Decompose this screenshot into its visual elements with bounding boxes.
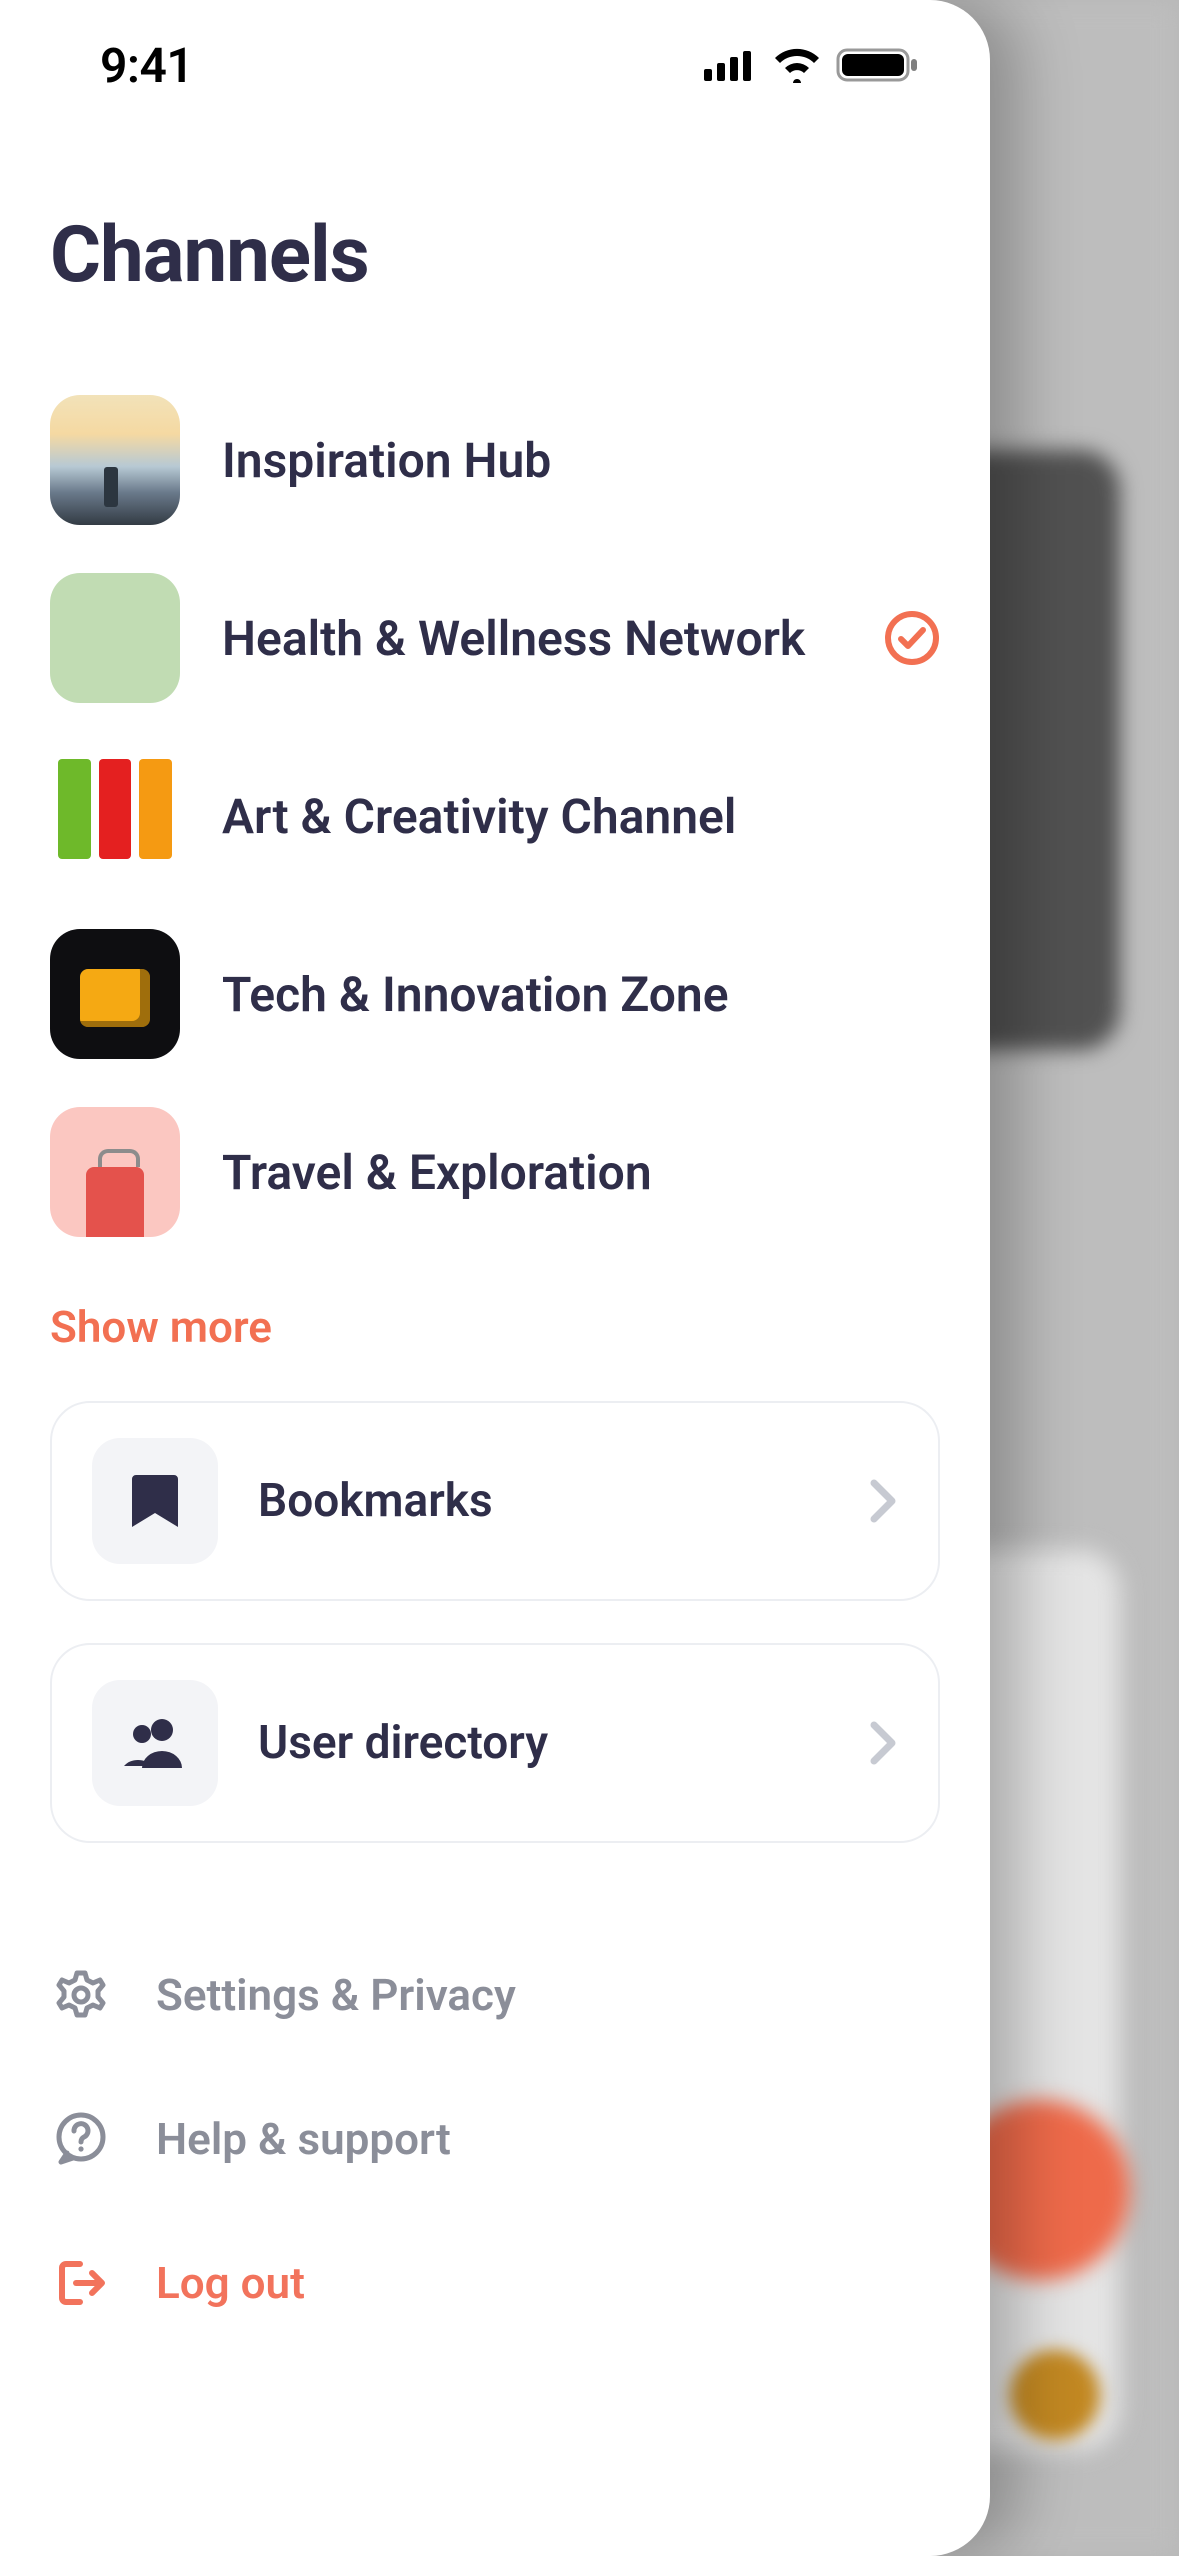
channel-thumbnail <box>50 929 180 1059</box>
status-bar: 9:41 <box>0 0 990 130</box>
bookmarks-card[interactable]: Bookmarks <box>50 1401 940 1601</box>
user-directory-card[interactable]: User directory <box>50 1643 940 1843</box>
footer-links: Settings & Privacy Help & support <box>50 1923 940 2355</box>
channel-item-tech[interactable]: Tech & Innovation Zone <box>50 905 940 1083</box>
channel-label: Tech & Innovation Zone <box>222 966 940 1023</box>
status-time: 9:41 <box>100 37 193 94</box>
status-icons <box>704 46 920 84</box>
page-title: Channels <box>50 210 940 301</box>
user-directory-label: User directory <box>258 1716 828 1770</box>
settings-label: Settings & Privacy <box>156 1969 516 2021</box>
bookmarks-label: Bookmarks <box>258 1474 828 1528</box>
channel-label: Health & Wellness Network <box>222 610 842 667</box>
cellular-icon <box>704 49 758 81</box>
channel-thumbnail <box>50 1107 180 1237</box>
background-avatar <box>1010 2350 1100 2440</box>
channel-thumbnail <box>50 395 180 525</box>
side-drawer: 9:41 Ch <box>0 0 990 2556</box>
battery-icon <box>836 46 920 84</box>
wifi-icon <box>772 47 822 83</box>
settings-link[interactable]: Settings & Privacy <box>50 1923 940 2067</box>
chevron-right-icon <box>868 1719 898 1767</box>
channel-label: Travel & Exploration <box>222 1144 940 1201</box>
channel-list: Inspiration Hub Health & Wellness Networ… <box>50 371 940 1261</box>
channel-item-health[interactable]: Health & Wellness Network <box>50 549 940 727</box>
logout-link[interactable]: Log out <box>50 2211 940 2355</box>
show-more-button[interactable]: Show more <box>50 1301 940 1353</box>
chevron-right-icon <box>868 1477 898 1525</box>
logout-icon <box>50 2252 112 2314</box>
channel-item-travel[interactable]: Travel & Exploration <box>50 1083 940 1261</box>
help-link[interactable]: Help & support <box>50 2067 940 2211</box>
help-label: Help & support <box>156 2113 451 2165</box>
channel-label: Inspiration Hub <box>222 432 940 489</box>
channel-item-inspiration[interactable]: Inspiration Hub <box>50 371 940 549</box>
channel-item-art[interactable]: Art & Creativity Channel <box>50 727 940 905</box>
gear-icon <box>50 1964 112 2026</box>
logout-label: Log out <box>156 2257 305 2309</box>
channel-thumbnail <box>50 573 180 703</box>
users-icon <box>92 1680 218 1806</box>
bookmark-icon <box>92 1438 218 1564</box>
channel-thumbnail <box>50 751 180 881</box>
help-icon <box>50 2108 112 2170</box>
check-circle-icon <box>884 610 940 666</box>
channel-label: Art & Creativity Channel <box>222 788 940 845</box>
